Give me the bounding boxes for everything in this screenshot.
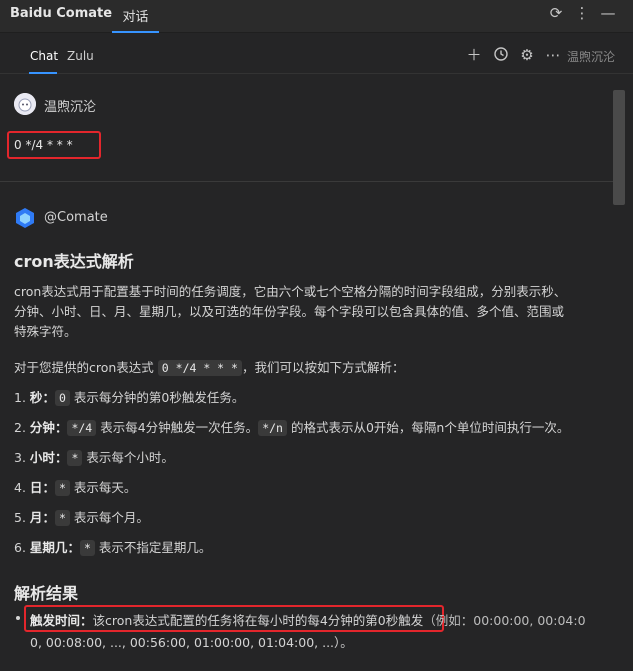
reply-heading: cron表达式解析 — [14, 252, 134, 271]
list-number: 1. — [14, 390, 26, 405]
result-highlighted-text: 该cron表达式配置的任务将在每小时的每4分钟的第0秒触发 — [92, 613, 424, 628]
intro-line: cron表达式用于配置基于时间的任务调度，它由六个或七个空格分隔的时间字段组成，… — [14, 284, 567, 299]
message-divider — [0, 181, 613, 182]
inline-code: */4 — [67, 420, 97, 436]
inline-code: 0 — [54, 390, 70, 406]
settings-icon[interactable]: ⚙ — [518, 46, 536, 64]
user-message-text: 0 */4 * * * — [14, 138, 73, 152]
app-title: Baidu Comate — [10, 6, 113, 21]
comate-logo-icon — [14, 207, 36, 229]
history-icon[interactable] — [492, 46, 510, 64]
list-item: 1. 秒： 0 表示每分钟的第0秒触发任务。 — [14, 390, 245, 406]
list-number: 2. — [14, 420, 26, 435]
list-desc: 表示每4分钟触发一次任务。 — [100, 420, 259, 435]
inline-code: * — [54, 510, 70, 526]
inline-code: 0 */4 * * * — [157, 360, 242, 376]
list-label: 小时 — [29, 450, 55, 465]
lead-prefix: 对于您提供的cron表达式 — [14, 360, 154, 375]
tab-chat[interactable]: Chat — [30, 49, 58, 63]
result-examples: （例如：00:00:00, 00:04:0 — [423, 613, 586, 628]
list-item: 4. 日： * 表示每天。 — [14, 480, 137, 496]
list-desc: 表示每天。 — [73, 480, 137, 495]
list-number: 6. — [14, 540, 26, 555]
plus-icon[interactable]: ＋ — [465, 46, 483, 64]
inline-code: * — [54, 480, 70, 496]
intro-line: 特殊字符。 — [14, 324, 77, 339]
user-message-author: 温煦沉沦 — [44, 100, 97, 115]
intro-line: 分钟、小时、日、月、星期几，以及可选的年份字段。每个字段可以包含具体的值、多个值… — [14, 304, 565, 319]
tab-chat-view[interactable]: 对话 — [112, 0, 159, 33]
bullet-dot — [16, 616, 20, 620]
list-number: 3. — [14, 450, 26, 465]
list-item: 3. 小时： * 表示每个小时。 — [14, 450, 174, 466]
list-label: 分钟 — [29, 420, 55, 435]
list-desc: 表示每个小时。 — [86, 450, 174, 465]
active-tab-indicator — [29, 72, 57, 74]
list-number: 5. — [14, 510, 26, 525]
list-item: 5. 月： * 表示每个月。 — [14, 510, 149, 526]
inline-code: * — [79, 540, 95, 556]
list-item: 2. 分钟： */4 表示每4分钟触发一次任务。 */n 的格式表示从0开始，每隔n… — [14, 420, 570, 436]
chat-toolbar: Chat Zulu ＋ ⚙ ⋯ 温煦沉沦 — [0, 34, 633, 74]
scrollbar-thumb[interactable] — [613, 90, 625, 205]
sync-icon[interactable]: ⟳ — [547, 4, 565, 22]
result-line-2: 0, 00:08:00, ..., 00:56:00, 01:00:00, 01… — [30, 635, 353, 650]
tab-zulu[interactable]: Zulu — [67, 49, 94, 63]
minimize-icon[interactable]: — — [599, 4, 617, 22]
list-item: 6. 星期几： * 表示不指定星期几。 — [14, 540, 212, 556]
list-desc: 表示每分钟的第0秒触发任务。 — [73, 390, 245, 405]
list-desc: 表示不指定星期几。 — [98, 540, 212, 555]
list-label: 秒 — [29, 390, 43, 405]
list-number: 4. — [14, 480, 26, 495]
user-name[interactable]: 温煦沉沦 — [567, 48, 615, 65]
avatar — [14, 93, 36, 115]
more-horizontal-icon[interactable]: ⋯ — [544, 46, 562, 64]
list-label: 星期几 — [29, 540, 68, 555]
reply-intro: cron表达式用于配置基于时间的任务调度，它由六个或七个空格分隔的时间字段组成，… — [14, 282, 599, 342]
inline-code: */n — [258, 420, 287, 436]
more-vertical-icon[interactable]: ⋮ — [573, 4, 591, 22]
inline-code: * — [67, 450, 83, 466]
lead-suffix: ，我们可以按如下方式解析： — [241, 360, 405, 375]
result-line: 触发时间：该cron表达式配置的任务将在每小时的每4分钟的第0秒触发（例如：00… — [30, 613, 586, 628]
list-label: 日 — [29, 480, 43, 495]
result-heading: 解析结果 — [14, 584, 79, 603]
list-desc: 表示每个月。 — [73, 510, 149, 525]
list-label: 月 — [29, 510, 43, 525]
result-label: 触发时间 — [30, 613, 81, 628]
top-bar: Baidu Comate 对话 ⟳ ⋮ — — [0, 0, 633, 33]
reply-author: @Comate — [44, 210, 108, 225]
reply-lead: 对于您提供的cron表达式 0 */4 * * * ，我们可以按如下方式解析： — [14, 357, 404, 376]
list-desc: 的格式表示从0开始，每隔n个单位时间执行一次。 — [290, 420, 570, 435]
